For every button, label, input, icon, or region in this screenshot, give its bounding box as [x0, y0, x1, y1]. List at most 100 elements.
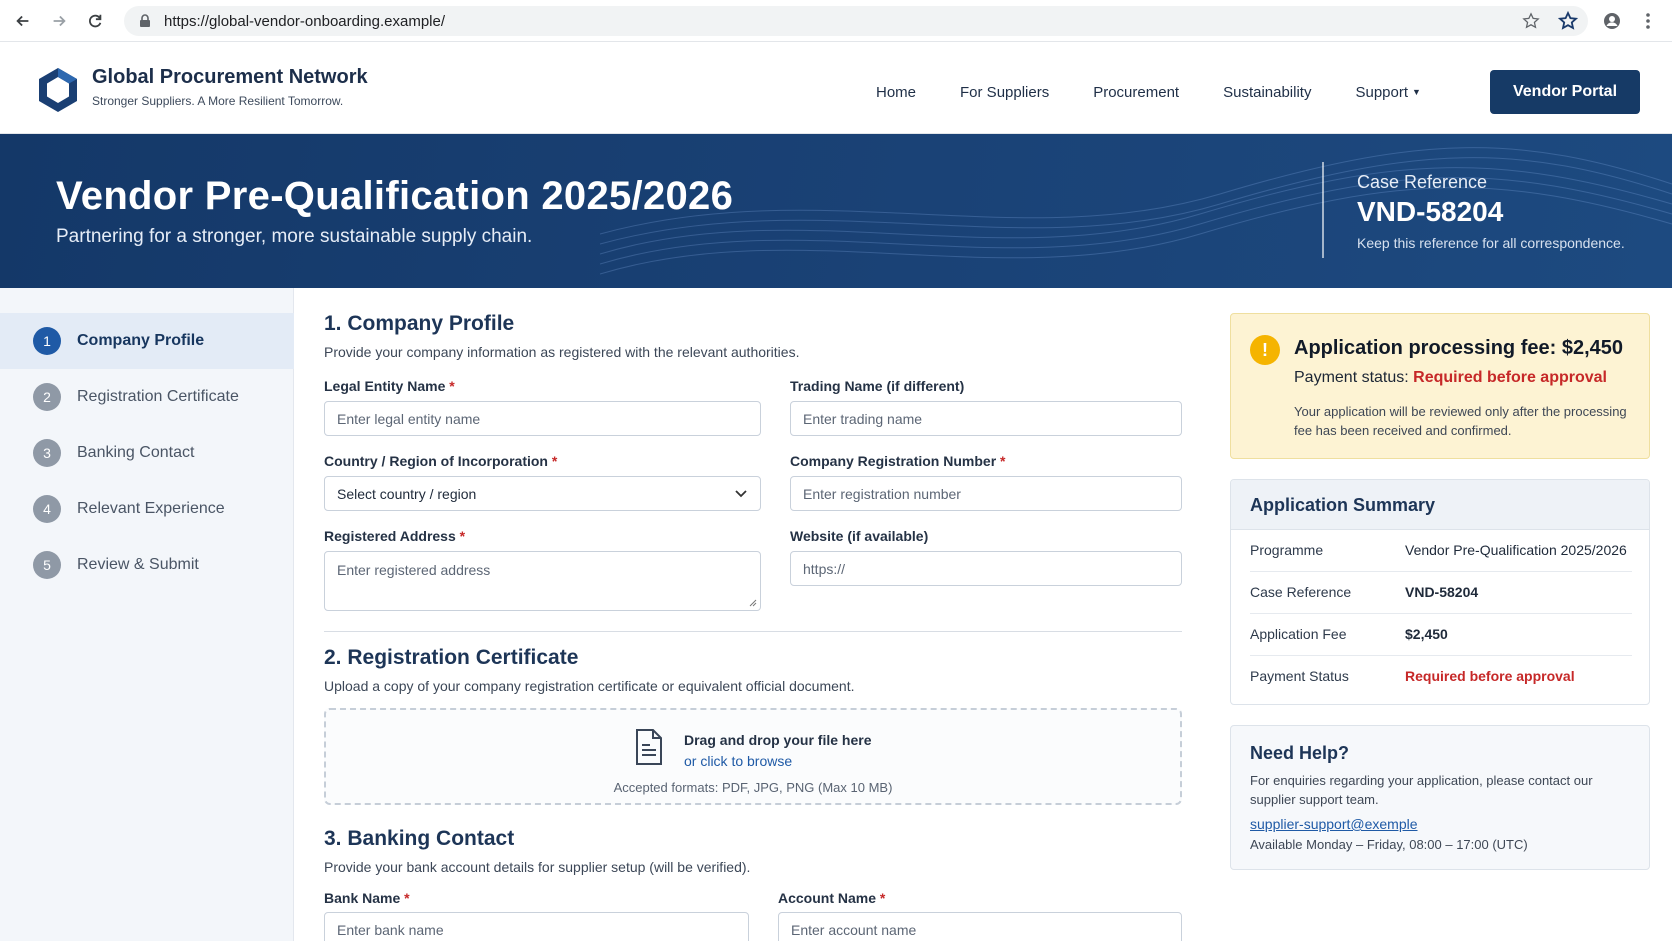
caret-down-icon: ▼ — [1412, 87, 1421, 97]
reload-icon[interactable] — [82, 8, 108, 34]
step-label: Relevant Experience — [77, 500, 225, 517]
summary-key: Case Reference — [1250, 584, 1352, 600]
step-label: Company Profile — [77, 332, 205, 349]
section-desc-registration-certificate: Upload a copy of your company registrati… — [324, 678, 855, 694]
step-number: 4 — [33, 495, 61, 523]
placeholder: Enter legal entity name — [337, 410, 481, 427]
summary-row: Payment Status Required before approval — [1250, 656, 1632, 698]
hexagon-logo-icon[interactable] — [36, 66, 80, 114]
summary-value: VND-58204 — [1405, 584, 1479, 600]
step-number: 2 — [33, 383, 61, 411]
site-header: Global Procurement Network Stronger Supp… — [0, 42, 1672, 134]
dropzone-instructions: Drag and drop your file here — [684, 732, 872, 748]
nav-procurement[interactable]: Procurement — [1093, 84, 1179, 101]
section-divider — [324, 631, 1182, 632]
summary-header: Application Summary — [1231, 480, 1649, 530]
summary-key: Programme — [1250, 542, 1324, 558]
label-text: Company Registration Number — [790, 453, 997, 469]
summary-key: Payment Status — [1250, 668, 1349, 684]
chevron-down-icon — [735, 490, 747, 498]
placeholder: https:// — [803, 560, 846, 577]
support-email-link[interactable]: supplier-support@exemple — [1250, 816, 1418, 832]
help-panel: Need Help? For enquiries regarding your … — [1230, 725, 1650, 870]
warning-icon: ! — [1250, 335, 1280, 365]
website-label: Website (if available) — [790, 528, 929, 544]
country-select[interactable]: Select country / region — [324, 476, 761, 511]
back-icon[interactable] — [10, 8, 36, 34]
account-name-label: Account Name * — [778, 890, 885, 906]
payment-status-line: Payment status: Required before approval — [1294, 369, 1607, 387]
placeholder: Enter bank name — [337, 922, 444, 938]
hero-banner: Vendor Pre-Qualification 2025/2026 Partn… — [0, 134, 1672, 288]
required-marker: * — [404, 890, 410, 906]
required-marker: * — [551, 453, 558, 469]
label-text: Registered Address — [324, 528, 456, 544]
section-title-registration-certificate: 2. Registration Certificate — [324, 646, 579, 669]
summary-value: Required before approval — [1405, 668, 1575, 684]
summary-key: Application Fee — [1250, 626, 1347, 642]
fee-notice: ! Application processing fee: $2,450 Pay… — [1230, 313, 1650, 459]
step-sidebar: 1 Company Profile 2 Registration Certifi… — [0, 288, 294, 941]
lock-icon — [140, 14, 150, 27]
payment-status-value: Required before approval — [1413, 369, 1607, 386]
brand-name[interactable]: Global Procurement Network — [92, 66, 368, 89]
browse-link[interactable]: or click to browse — [684, 753, 792, 769]
bank-name-input[interactable]: Enter bank name — [324, 912, 749, 941]
payment-status-label: Payment status: — [1294, 369, 1409, 386]
document-icon — [636, 729, 662, 765]
account-name-input[interactable]: Enter account name — [778, 912, 1182, 941]
step-banking-contact[interactable]: 3 Banking Contact — [0, 425, 294, 481]
wave-pattern-decoration — [600, 147, 1672, 275]
bookmark-star-icon[interactable] — [1558, 11, 1578, 31]
label-text: Bank Name — [324, 890, 401, 906]
required-marker: * — [449, 378, 455, 394]
registration-number-label: Company Registration Number * — [790, 453, 1005, 469]
website-input[interactable]: https:// — [790, 551, 1182, 586]
resize-grip-icon[interactable] — [749, 599, 757, 607]
forward-icon[interactable] — [46, 8, 72, 34]
nav-home[interactable]: Home — [876, 84, 916, 101]
hero-divider — [1322, 162, 1324, 258]
legal-entity-label: Legal Entity Name * — [324, 378, 455, 394]
profile-icon[interactable] — [1602, 11, 1622, 31]
case-reference-label: Case Reference — [1357, 172, 1488, 192]
page-title: Vendor Pre-Qualification 2025/2026 — [56, 174, 734, 218]
registration-number-input[interactable]: Enter registration number — [790, 476, 1182, 511]
step-review-submit[interactable]: 5 Review & Submit — [0, 537, 294, 593]
placeholder: Enter registered address — [337, 562, 491, 578]
section-title-banking-contact: 3. Banking Contact — [324, 827, 515, 850]
vendor-portal-button[interactable]: Vendor Portal — [1490, 70, 1640, 114]
nav-sustainability[interactable]: Sustainability — [1223, 84, 1311, 101]
trading-name-input[interactable]: Enter trading name — [790, 401, 1182, 436]
label-text: Legal Entity Name — [324, 378, 446, 394]
nav-support[interactable]: Support ▼ — [1355, 84, 1420, 101]
legal-entity-input[interactable]: Enter legal entity name — [324, 401, 761, 436]
label-text: Account Name — [778, 890, 877, 906]
accepted-formats-note: Accepted formats: PDF, JPG, PNG (Max 10 … — [613, 780, 893, 795]
address-bar[interactable]: https://global-vendor-onboarding.example… — [124, 6, 1588, 36]
label-text: Country / Region of Incorporation — [324, 453, 548, 469]
registered-address-label: Registered Address * — [324, 528, 465, 544]
fee-title: Application processing fee: $2,450 — [1294, 337, 1623, 359]
section-desc-company-profile: Provide your company information as regi… — [324, 344, 800, 360]
case-reference-note: Keep this reference for all corresponden… — [1357, 235, 1625, 251]
star-icon[interactable] — [1522, 12, 1540, 30]
step-number: 3 — [33, 439, 61, 467]
summary-value: $2,450 — [1405, 626, 1448, 642]
required-marker: * — [879, 890, 886, 906]
nav-for-suppliers[interactable]: For Suppliers — [960, 84, 1049, 101]
menu-icon[interactable] — [1644, 11, 1652, 31]
step-number: 5 — [33, 551, 61, 579]
summary-row: Programme Vendor Pre-Qualification 2025/… — [1250, 530, 1632, 572]
step-registration-certificate[interactable]: 2 Registration Certificate — [0, 369, 294, 425]
step-relevant-experience[interactable]: 4 Relevant Experience — [0, 481, 294, 537]
file-dropzone[interactable]: Drag and drop your file here or click to… — [324, 708, 1182, 805]
page-subtitle: Partnering for a stronger, more sustaina… — [56, 226, 533, 247]
country-label: Country / Region of Incorporation * — [324, 453, 557, 469]
main-nav: Home For Suppliers Procurement Sustainab… — [876, 84, 1465, 101]
step-label: Review & Submit — [77, 556, 199, 573]
support-hours: Available Monday – Friday, 08:00 – 17:00… — [1250, 837, 1528, 852]
placeholder: Enter registration number — [803, 485, 961, 502]
step-company-profile[interactable]: 1 Company Profile — [0, 313, 294, 369]
registered-address-textarea[interactable]: Enter registered address — [324, 551, 761, 611]
